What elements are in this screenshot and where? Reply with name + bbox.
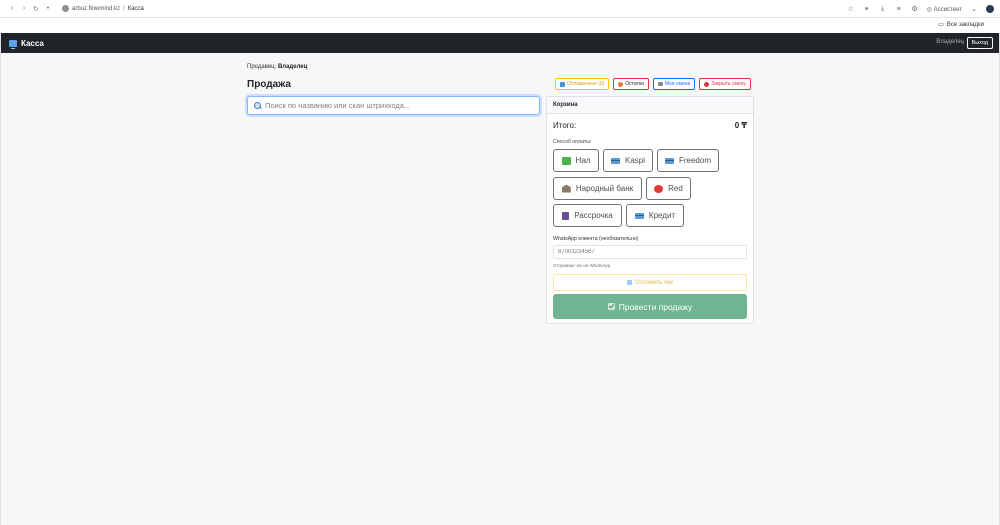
url-separator: / <box>123 5 125 12</box>
card-icon <box>664 157 674 164</box>
cart-title: Корзина <box>547 97 753 114</box>
stock-label: Остатки <box>625 81 644 87</box>
submit-sale-label: Провести продажу <box>618 301 693 312</box>
forward-icon[interactable]: › <box>18 5 30 12</box>
whatsapp-label: WhatsApp клиента (необязательно) <box>553 236 639 242</box>
download-icon[interactable]: ⤓ <box>879 5 887 13</box>
reload-icon[interactable]: ↻ <box>30 5 42 13</box>
deferred-button[interactable]: Отложенные (0) <box>555 78 610 90</box>
browser-toolbar: ‹ › ↻ • arbuz.flowmind.kz / Касса ☆ ⚭ ⤓ … <box>0 0 1000 18</box>
menu-icon[interactable]: ≡ <box>895 6 903 13</box>
my-shift-label: Моя смена <box>664 81 691 87</box>
nav-username: Владелец <box>936 39 964 45</box>
settings-icon[interactable]: ⚙ <box>911 5 919 13</box>
browser-nav: ‹ › ↻ • <box>6 5 54 13</box>
pay-installment-button[interactable]: Рассрочка <box>553 204 622 227</box>
assistant-button[interactable]: ◎ Ассистент <box>927 6 962 13</box>
payment-method-label: Способ оплаты: <box>553 139 592 145</box>
pay-people-bank-label: Народный банк <box>575 184 634 193</box>
stock-button[interactable]: Остатки <box>613 78 649 90</box>
defer-receipt-button[interactable]: Отложить чек <box>553 274 747 291</box>
browser-actions: ☆ ⚭ ⤓ ≡ ⚙ ◎ Ассистент ⌄ <box>847 0 994 18</box>
back-icon[interactable]: ‹ <box>6 5 18 12</box>
bookmarks-bar: ▭ Все закладки <box>0 18 1000 33</box>
my-shift-button[interactable]: Моя смена <box>652 78 696 90</box>
pay-kaspi-label: Kaspi <box>624 156 645 165</box>
close-shift-label: Закрыть смену <box>711 81 746 87</box>
seller-name: Владелец <box>277 64 308 70</box>
seller-label: Продавец: <box>247 64 277 70</box>
total-value: 0 ₸ <box>734 121 747 130</box>
pay-red-button[interactable]: Red <box>646 177 691 200</box>
pay-cash-button[interactable]: Нал <box>553 149 599 172</box>
total-row: Итого: 0 ₸ <box>553 121 747 130</box>
chevron-down-icon[interactable]: ⌄ <box>970 5 978 13</box>
whatsapp-hint: Отправим чек на WhatsApp <box>553 263 611 268</box>
pay-installment-label: Рассрочка <box>574 211 613 220</box>
stop-icon <box>704 81 710 87</box>
pay-people-bank-button[interactable]: Народный банк <box>553 177 642 200</box>
site-icon <box>62 5 69 12</box>
deferred-label: Отложенные (0) <box>567 81 605 87</box>
search-icon <box>254 101 262 110</box>
profile-avatar[interactable] <box>986 5 994 13</box>
pay-kaspi-button[interactable]: Kaspi <box>603 149 653 172</box>
pay-red-label: Red <box>668 184 683 193</box>
seller-info: Продавец: Владелец <box>247 64 307 70</box>
search-box[interactable] <box>247 96 540 115</box>
mic-icon[interactable]: • <box>42 5 54 12</box>
top-actions: Отложенные (0) Остатки Моя смена Закрыть… <box>555 78 751 90</box>
card-icon <box>634 212 644 219</box>
brand-label: Касса <box>21 38 44 48</box>
checkmark-icon <box>607 303 615 310</box>
pay-credit-label: Кредит <box>648 211 676 220</box>
total-label: Итого: <box>553 121 577 130</box>
assistant-label: Ассистент <box>933 6 962 13</box>
address-bar[interactable]: arbuz.flowmind.kz / Касса <box>62 5 144 12</box>
page-title: Продажа <box>247 79 291 90</box>
pay-credit-button[interactable]: Кредит <box>626 204 684 227</box>
logout-button[interactable]: Выход <box>966 37 993 49</box>
cash-icon <box>561 156 571 165</box>
list-icon <box>657 82 663 86</box>
share-icon[interactable]: ⚭ <box>863 5 871 13</box>
search-input[interactable] <box>265 101 525 110</box>
cart-panel: Корзина Итого: 0 ₸ Способ оплаты: Нал Ka… <box>546 96 754 324</box>
bank-icon <box>561 184 571 193</box>
url-domain: arbuz.flowmind.kz <box>72 5 121 12</box>
all-bookmarks-label: Все закладки <box>946 21 984 28</box>
card-icon <box>610 157 620 164</box>
pay-freedom-button[interactable]: Freedom <box>657 149 719 172</box>
stock-icon <box>618 81 624 87</box>
submit-sale-button[interactable]: Провести продажу <box>553 294 747 319</box>
all-bookmarks-button[interactable]: ▭ Все закладки <box>938 21 984 29</box>
app-navbar: Касса Владелец Выход <box>1 33 999 53</box>
deferred-icon <box>560 81 565 87</box>
frame-border-left <box>0 33 1 525</box>
whatsapp-input[interactable] <box>553 245 747 259</box>
close-shift-button[interactable]: Закрыть смену <box>699 78 751 90</box>
brand[interactable]: Касса <box>9 38 44 49</box>
red-circle-icon <box>654 184 664 193</box>
defer-receipt-label: Отложить чек <box>634 279 674 286</box>
register-icon <box>9 39 17 49</box>
pay-cash-label: Нал <box>575 156 591 165</box>
folder-icon: ▭ <box>938 22 944 28</box>
pause-icon <box>626 280 632 285</box>
installment-icon <box>562 211 570 220</box>
star-icon[interactable]: ☆ <box>847 5 855 13</box>
pay-freedom-label: Freedom <box>678 156 711 165</box>
url-path: Касса <box>127 5 144 12</box>
